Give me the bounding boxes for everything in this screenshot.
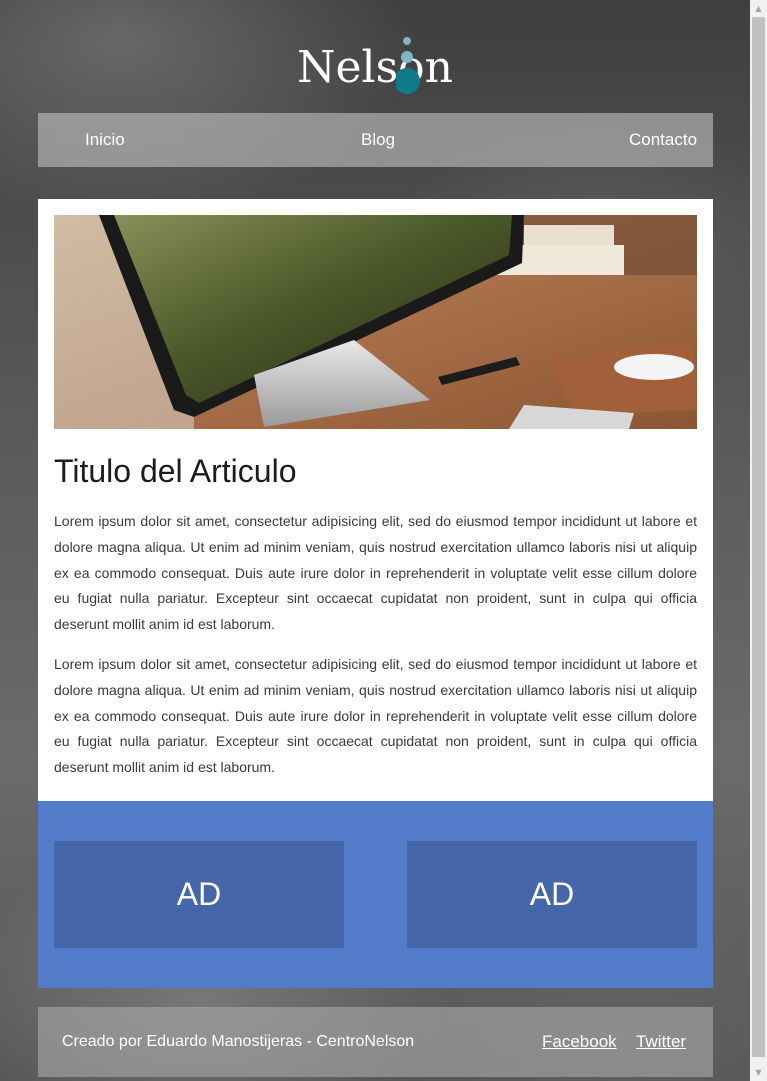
article-card: Titulo del Articulo Lorem ipsum dolor si… [38, 199, 713, 801]
scroll-down-arrow-icon[interactable]: ▼ [750, 1064, 767, 1081]
logo-dots-icon [395, 37, 420, 94]
footer-link-facebook[interactable]: Facebook [542, 1007, 617, 1077]
site-logo[interactable]: Nelson [0, 37, 750, 98]
footer-link-twitter[interactable]: Twitter [636, 1007, 686, 1077]
logo-text: Nelson [296, 42, 454, 93]
article-paragraph-1: Lorem ipsum dolor sit amet, consectetur … [54, 513, 697, 633]
ads-band: AD AD [38, 801, 713, 988]
main-nav: Inicio Blog Contacto [38, 113, 713, 167]
desk-computer-photo-icon [54, 215, 697, 429]
site-footer: Creado por Eduardo Manostijeras - Centro… [38, 1007, 713, 1077]
scrollbar-thumb[interactable] [752, 17, 765, 1057]
vertical-scrollbar[interactable]: ▲ ▼ [750, 0, 767, 1081]
scroll-up-arrow-icon[interactable]: ▲ [750, 0, 767, 17]
ad-slot-left[interactable]: AD [54, 841, 344, 948]
ad-slot-right[interactable]: AD [407, 841, 697, 948]
article-paragraph-2: Lorem ipsum dolor sit amet, consectetur … [54, 656, 697, 776]
nav-item-contacto[interactable]: Contacto [629, 113, 697, 167]
nav-item-inicio[interactable]: Inicio [85, 113, 125, 167]
article-hero-image [54, 215, 697, 429]
footer-credit: Creado por Eduardo Manostijeras - Centro… [62, 1033, 415, 1050]
article-title: Titulo del Articulo [54, 453, 297, 489]
nav-item-blog[interactable]: Blog [361, 113, 395, 167]
